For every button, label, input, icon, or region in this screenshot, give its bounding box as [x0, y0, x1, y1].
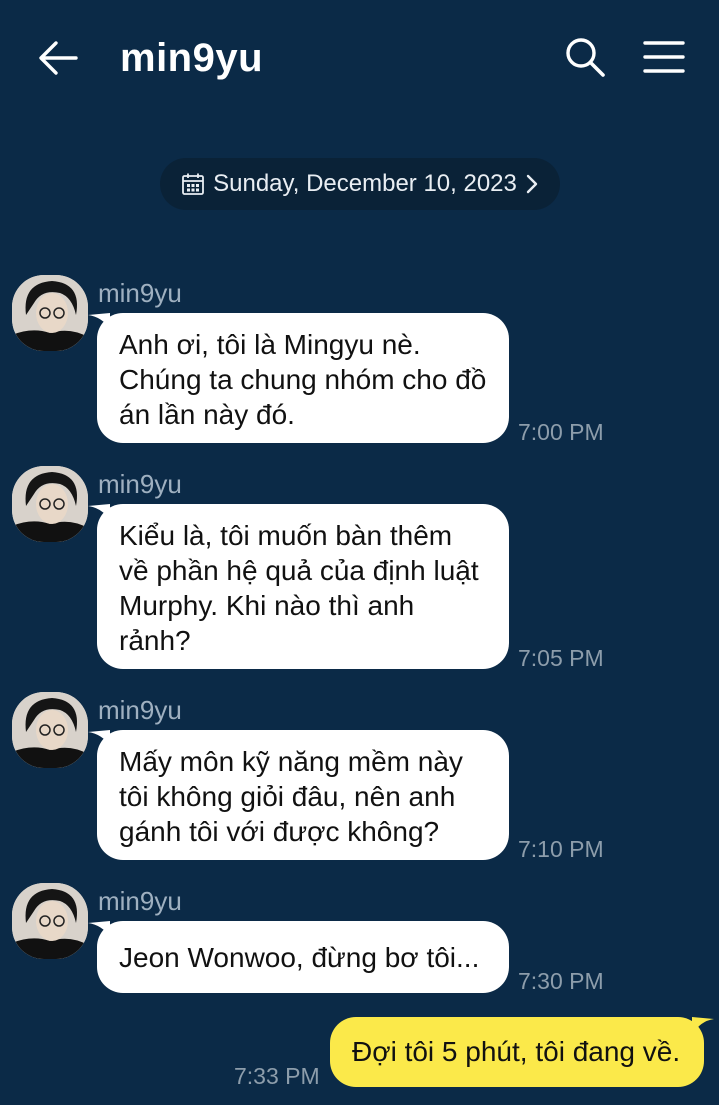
my-message-time: 7:33 PM [234, 1063, 320, 1089]
search-icon [566, 38, 605, 77]
message-bubble[interactable]: Kiểu là, tôi muốn bàn thêm về phần hệ qu… [88, 504, 509, 669]
bubble-tail [88, 313, 110, 329]
message-text: Mấy môn kỹ năng mềm này tôi không giỏi đ… [119, 746, 463, 847]
avatar-image [12, 466, 88, 542]
my-message-bubble[interactable]: Đợi tôi 5 phút, tôi đang về. [330, 1017, 714, 1087]
message-time: 7:05 PM [518, 645, 604, 671]
avatar[interactable] [12, 275, 88, 351]
message-time: 7:00 PM [518, 419, 604, 445]
my-message-text: Đợi tôi 5 phút, tôi đang về. [352, 1036, 681, 1067]
message-bubble[interactable]: Jeon Wonwoo, đừng bơ tôi... [88, 921, 509, 993]
calendar-icon [182, 173, 205, 195]
bubble-tail [88, 921, 110, 937]
bubble-tail [692, 1017, 714, 1035]
avatar-image [12, 692, 88, 768]
avatar-image [12, 883, 88, 959]
message-text: Anh ơi, tôi là Mingyu nè. Chúng ta chung… [119, 329, 487, 430]
avatar[interactable] [12, 466, 88, 542]
sender-name: min9yu [98, 886, 182, 916]
avatar[interactable] [12, 883, 88, 959]
sender-name: min9yu [98, 278, 182, 308]
search-button[interactable] [564, 36, 606, 78]
chevron-right-icon [526, 174, 538, 194]
avatar-image [12, 275, 88, 351]
message-time: 7:10 PM [518, 836, 604, 862]
chat-header: min9yu [0, 0, 719, 115]
sender-name: min9yu [98, 469, 182, 499]
sender-name: min9yu [98, 695, 182, 725]
date-label: Sunday, December 10, 2023 [213, 170, 517, 197]
bubble-tail [88, 504, 110, 520]
hamburger-menu-icon [643, 41, 685, 73]
message-text: Kiểu là, tôi muốn bàn thêm về phần hệ qu… [119, 520, 479, 656]
message-time: 7:30 PM [518, 968, 604, 994]
back-button[interactable] [36, 36, 80, 80]
arrow-left-icon [39, 41, 78, 75]
chat-title: min9yu [120, 36, 264, 80]
date-divider[interactable]: Sunday, December 10, 2023 [160, 158, 560, 210]
message-bubble[interactable]: Anh ơi, tôi là Mingyu nè. Chúng ta chung… [88, 313, 509, 443]
menu-button[interactable] [643, 38, 685, 76]
message-bubble[interactable]: Mấy môn kỹ năng mềm này tôi không giỏi đ… [88, 730, 509, 860]
bubble-tail [88, 730, 110, 746]
avatar[interactable] [12, 692, 88, 768]
message-text: Jeon Wonwoo, đừng bơ tôi... [119, 941, 480, 973]
